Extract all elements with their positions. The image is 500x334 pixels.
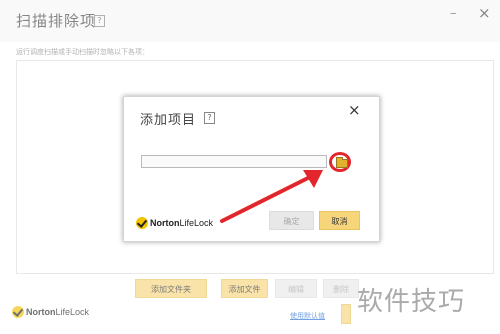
watermark: 软件技巧	[357, 287, 466, 317]
